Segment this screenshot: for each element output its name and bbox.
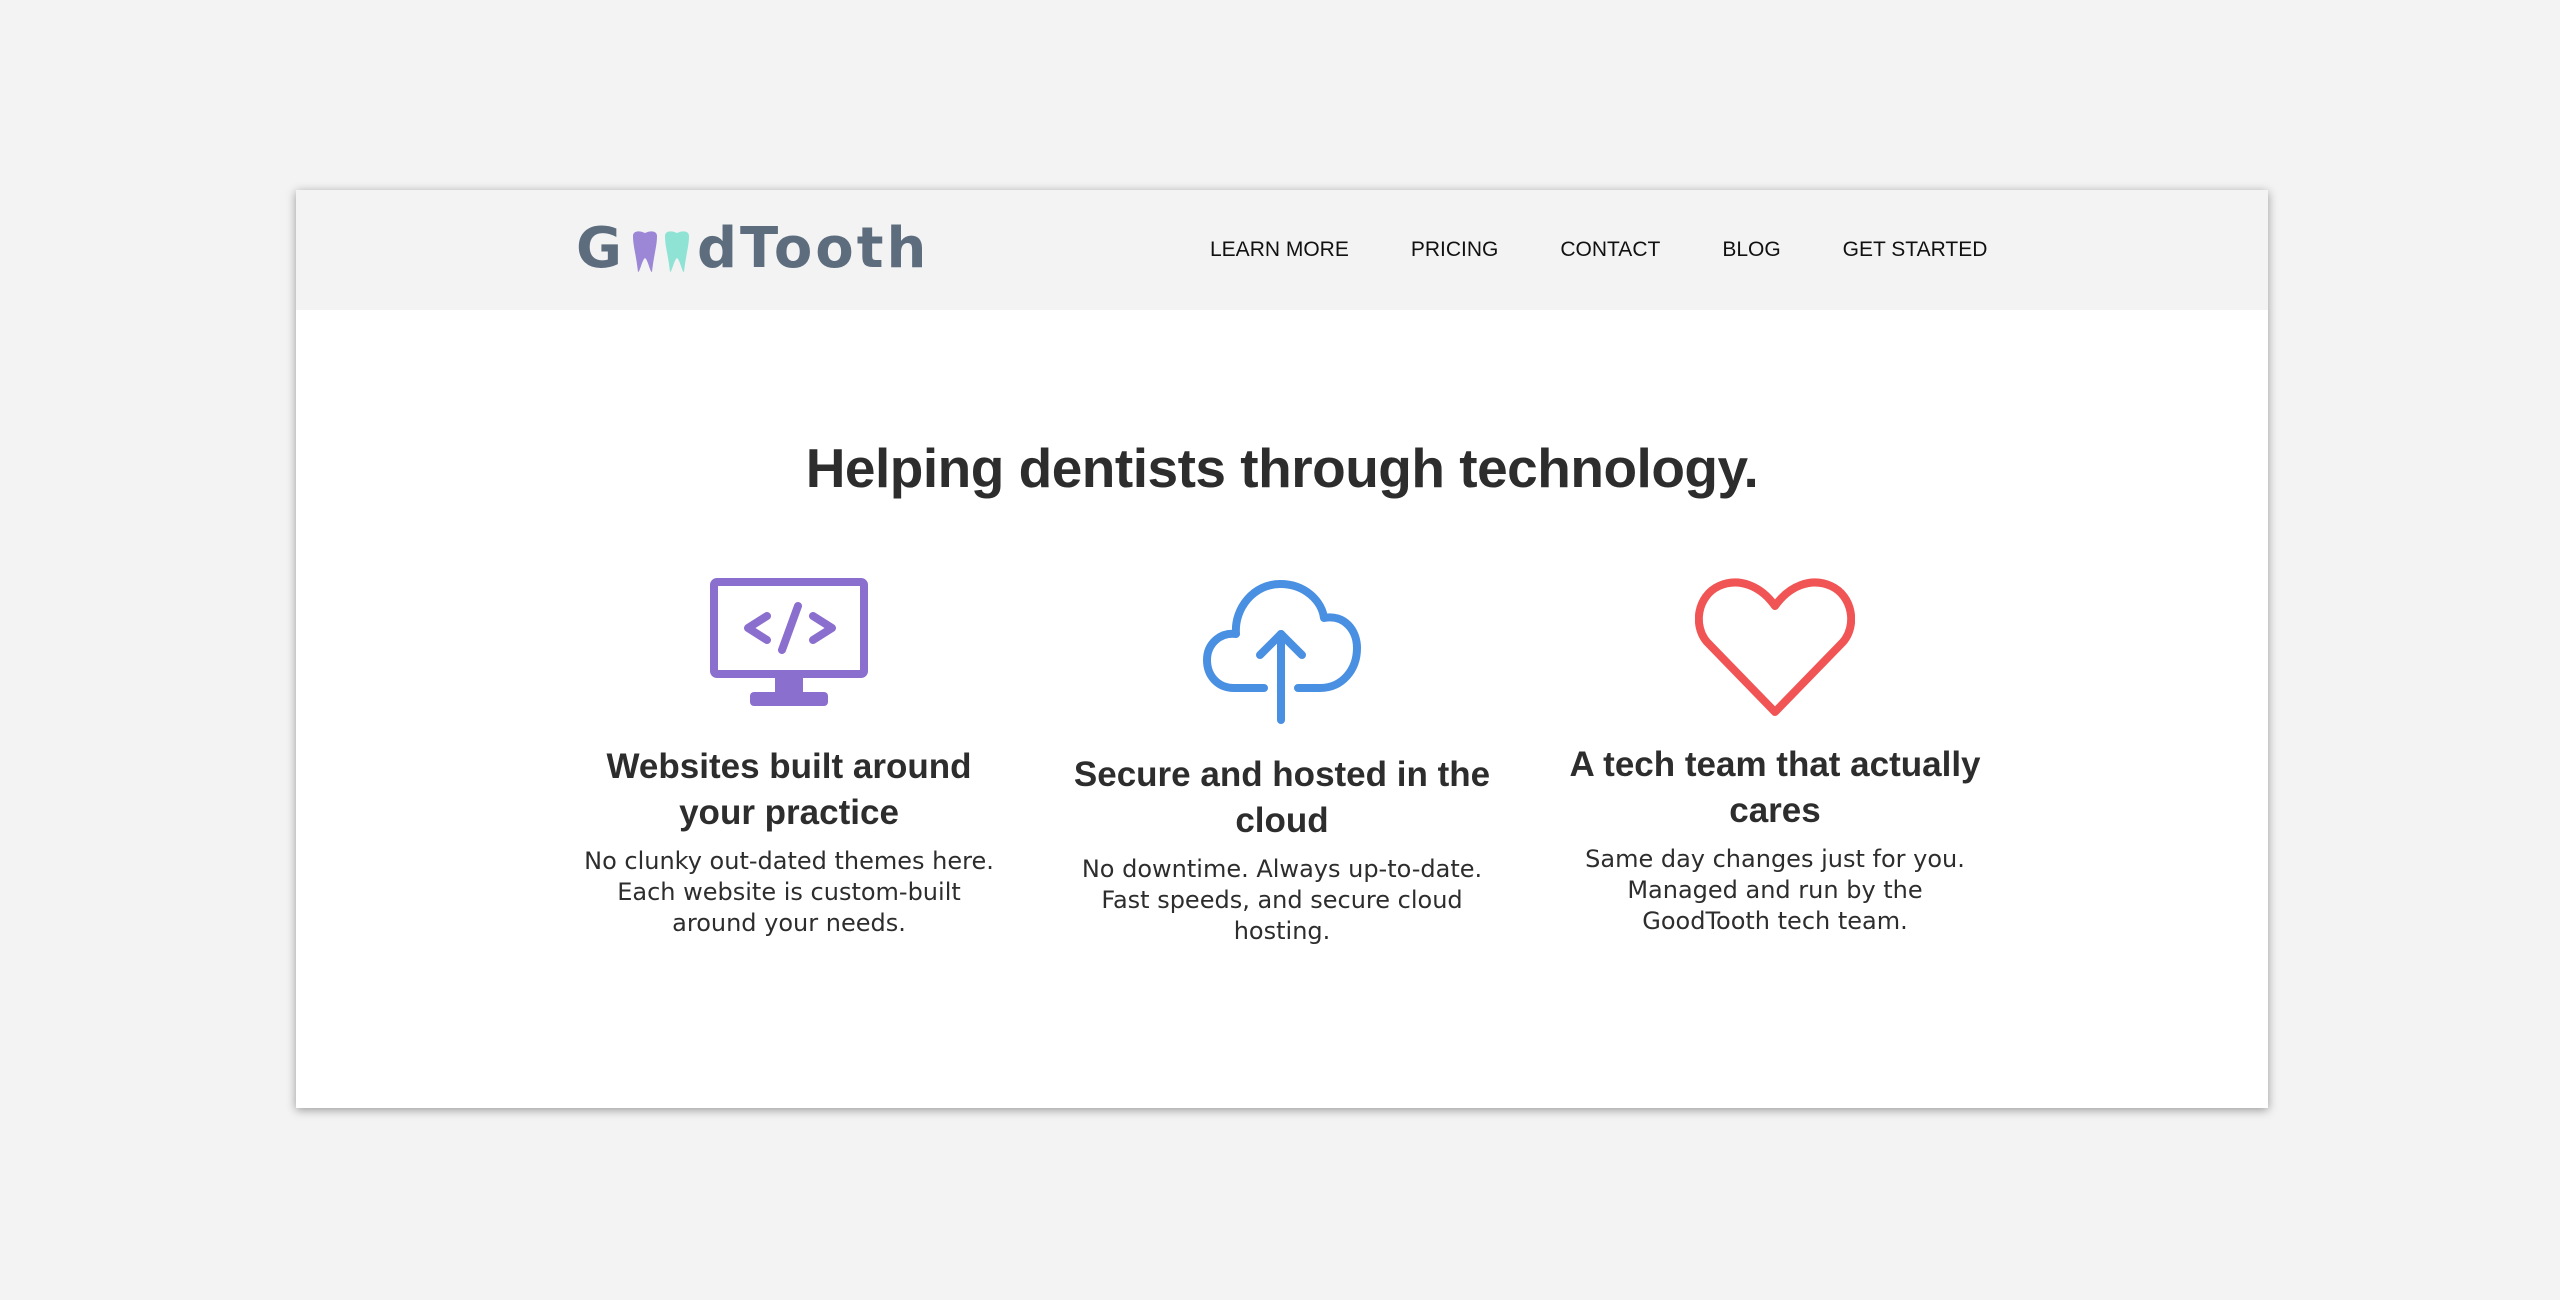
feature-title: Secure and hosted in the cloud bbox=[1073, 755, 1491, 840]
tooth-logo-icon bbox=[629, 226, 695, 278]
feature-cloud: Secure and hosted in the cloud No downti… bbox=[1072, 578, 1492, 947]
nav-blog[interactable]: BLOG bbox=[1722, 238, 1780, 262]
feature-title: Websites built around your practice bbox=[606, 747, 972, 832]
feature-description: No downtime. Always up-to-date. Fast spe… bbox=[1081, 855, 1483, 945]
feature-description: Same day changes just for you. Managed a… bbox=[1585, 845, 1965, 935]
nav-get-started[interactable]: GET STARTED bbox=[1843, 238, 1988, 262]
nav-contact[interactable]: CONTACT bbox=[1560, 238, 1660, 262]
feature-tech-team: A tech team that actually cares Same day… bbox=[1565, 578, 1985, 937]
nav-learn-more[interactable]: LEARN MORE bbox=[1210, 238, 1349, 262]
goodtooth-logo[interactable]: G dTooth bbox=[576, 216, 929, 282]
navbar: G dTooth LEARN MORE PRICING CONTACT BLOG… bbox=[296, 190, 2268, 310]
feature-websites: Websites built around your practice No c… bbox=[579, 578, 999, 939]
heart-icon bbox=[1695, 578, 1855, 716]
hero-headline: Helping dentists through technology. bbox=[805, 437, 1759, 499]
logo-text-suffix: dTooth bbox=[696, 216, 930, 281]
main-nav: LEARN MORE PRICING CONTACT BLOG GET STAR… bbox=[1210, 190, 1987, 310]
monitor-code-icon bbox=[710, 578, 868, 706]
cloud-upload-icon bbox=[1203, 580, 1361, 724]
page-frame: G dTooth LEARN MORE PRICING CONTACT BLOG… bbox=[296, 190, 2268, 1108]
logo-text-prefix: G bbox=[576, 216, 625, 281]
feature-description: No clunky out-dated themes here. Each we… bbox=[584, 847, 994, 937]
nav-pricing[interactable]: PRICING bbox=[1411, 238, 1499, 262]
feature-title: A tech team that actually cares bbox=[1569, 745, 1981, 830]
